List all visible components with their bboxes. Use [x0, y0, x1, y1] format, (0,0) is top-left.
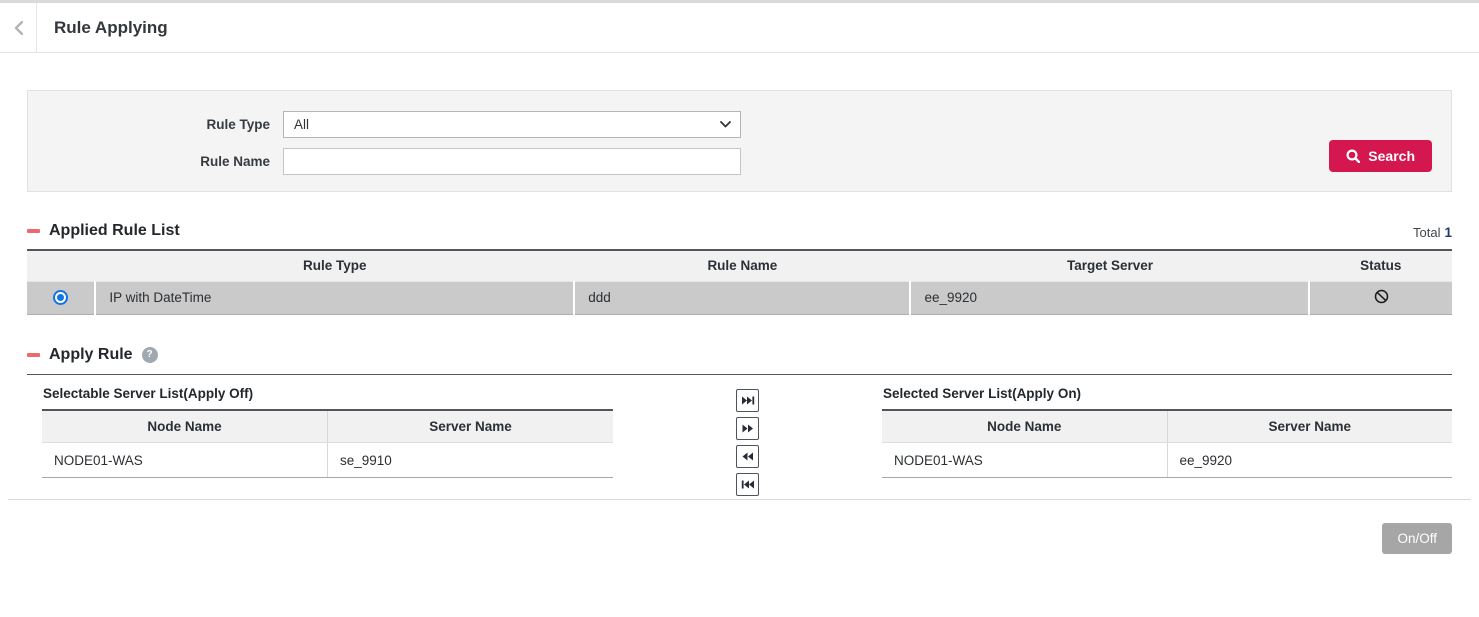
skip-forward-icon: [741, 396, 755, 405]
column-header-server-name: Server Name: [328, 410, 614, 443]
page-title: Rule Applying: [54, 3, 168, 52]
move-all-right-button[interactable]: [736, 389, 759, 412]
applied-rule-list-section: Applied Rule List Total1 Rule Type Rule …: [27, 222, 1452, 315]
row-select-radio[interactable]: [53, 290, 68, 305]
search-icon: [1346, 149, 1360, 163]
rule-name-input[interactable]: [283, 148, 741, 175]
column-header-rule-type: Rule Type: [95, 250, 574, 281]
cell-status: [1309, 281, 1452, 314]
move-all-left-button[interactable]: [736, 473, 759, 496]
rule-type-select[interactable]: All: [283, 111, 741, 138]
cell-server-name: se_9910: [328, 443, 614, 478]
cell-server-name: ee_9920: [1167, 443, 1452, 478]
column-header-server-name: Server Name: [1167, 410, 1452, 443]
applied-rule-table-header-row: Rule Type Rule Name Target Server Status: [27, 250, 1452, 281]
apply-rule-section: Apply Rule ? Selectable Server List(Appl…: [27, 346, 1452, 496]
cell-node-name: NODE01-WAS: [882, 443, 1167, 478]
move-right-button[interactable]: [736, 417, 759, 440]
selected-server-list-title: Selected Server List(Apply On): [882, 375, 1452, 409]
applied-rule-list-title: Applied Rule List: [49, 222, 180, 240]
selectable-server-table: Node Name Server Name NODE01-WAS se_9910: [42, 409, 613, 479]
onoff-button[interactable]: On/Off: [1382, 523, 1452, 554]
apply-rule-title: Apply Rule: [49, 346, 133, 364]
total-count-value: 1: [1444, 225, 1452, 240]
cell-node-name: NODE01-WAS: [42, 443, 328, 478]
radio-column-header: [27, 250, 95, 281]
move-left-button[interactable]: [736, 445, 759, 468]
rule-name-label: Rule Name: [28, 154, 270, 169]
fast-forward-icon: [741, 424, 755, 433]
cell-rule-name: ddd: [574, 281, 910, 314]
skip-back-icon: [741, 480, 755, 489]
column-header-status: Status: [1309, 250, 1452, 281]
transfer-buttons: [613, 375, 882, 496]
search-button[interactable]: Search: [1329, 140, 1432, 172]
applied-rule-table: Rule Type Rule Name Target Server Status…: [27, 249, 1452, 315]
cell-target-server: ee_9920: [910, 281, 1309, 314]
total-count: Total1: [1413, 225, 1452, 240]
column-header-target-server: Target Server: [910, 250, 1309, 281]
help-icon[interactable]: ?: [142, 347, 158, 363]
table-row[interactable]: NODE01-WAS ee_9920: [882, 443, 1452, 478]
table-row[interactable]: IP with DateTime ddd ee_9920: [27, 281, 1452, 314]
rewind-icon: [741, 452, 755, 461]
footer-divider: [8, 499, 1471, 500]
selectable-server-list: Selectable Server List(Apply Off) Node N…: [42, 375, 613, 496]
selected-server-list: Selected Server List(Apply On) Node Name…: [882, 375, 1452, 496]
top-bar: Rule Applying: [0, 0, 1479, 53]
search-button-label: Search: [1368, 148, 1415, 164]
cell-rule-type: IP with DateTime: [95, 281, 574, 314]
column-header-rule-name: Rule Name: [574, 250, 910, 281]
column-header-node-name: Node Name: [42, 410, 328, 443]
chevron-left-icon: [14, 21, 23, 35]
table-row[interactable]: NODE01-WAS se_9910: [42, 443, 613, 478]
rule-type-label: Rule Type: [28, 117, 270, 132]
back-button[interactable]: [0, 3, 37, 52]
selectable-server-list-title: Selectable Server List(Apply Off): [42, 375, 613, 409]
section-dash-icon: [27, 353, 40, 357]
column-header-node-name: Node Name: [882, 410, 1167, 443]
selected-server-table: Node Name Server Name NODE01-WAS ee_9920: [882, 409, 1452, 479]
prohibited-icon: [1374, 292, 1389, 307]
search-panel: Rule Type All Rule Name Search: [27, 90, 1452, 192]
section-dash-icon: [27, 229, 40, 233]
